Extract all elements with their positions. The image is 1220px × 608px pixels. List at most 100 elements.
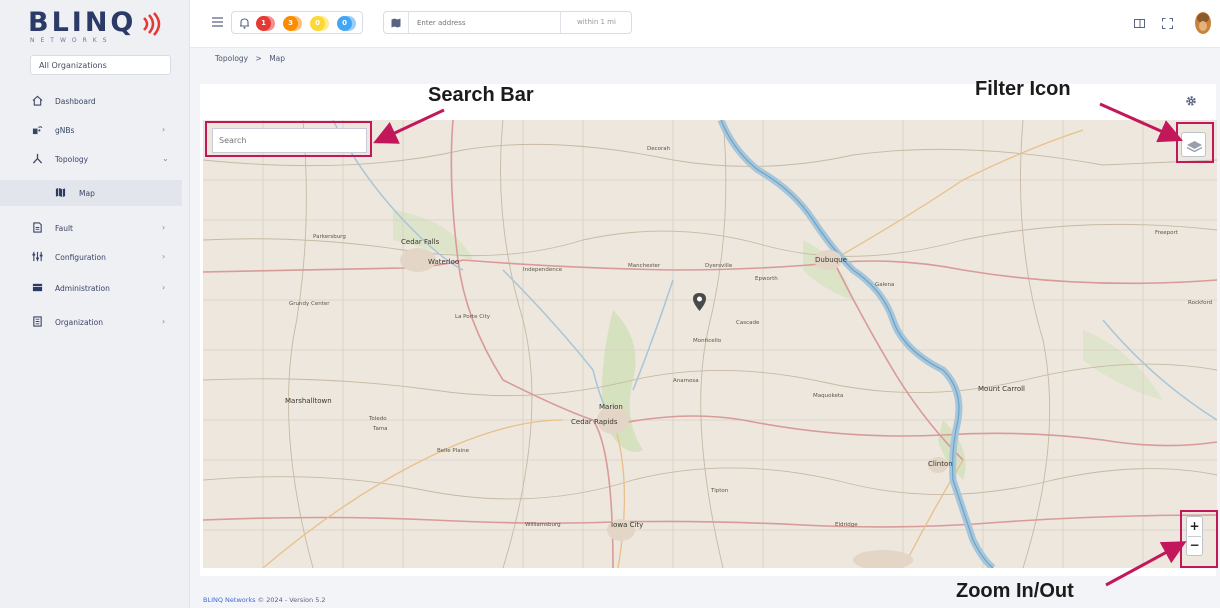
sidebar-item-fault[interactable]: Fault › [0,216,190,240]
minor-alarm-badge[interactable]: 0 [310,16,325,31]
search-bar-highlight-box [205,121,372,157]
map-icon [391,18,401,28]
app-root: BLINQ NETWORKS All Organizations Dashboa… [0,0,1220,608]
map-place-label: Freeport [1155,230,1178,236]
major-alarm-badge[interactable]: 3 [283,16,298,31]
sidebar: BLINQ NETWORKS All Organizations Dashboa… [0,0,190,608]
organization-icon [33,316,42,327]
signal-waves-icon [143,12,161,36]
fullscreen-icon[interactable] [1162,18,1173,29]
map-place-label: Iowa City [611,521,644,529]
breadcrumb-current: Map [269,54,286,63]
filter-icon-highlight-box [1176,122,1214,163]
map-place-label: Anamosa [673,378,699,384]
map-place-label: Belle Plaine [437,448,469,454]
map-place-label: Parkersburg [313,234,346,240]
map-place-label: La Porte City [455,314,490,320]
breadcrumb: Topology > Map [215,54,290,63]
sidebar-item-label: Organization [55,318,103,327]
address-input[interactable] [408,12,558,33]
alarm-summary[interactable]: 1 3 0 0 [231,11,363,34]
map-place-label: Dubuque [815,256,847,264]
logo-tagline: NETWORKS [30,37,113,44]
sidebar-item-label: Topology [55,155,89,164]
map-place-label: Galena [875,282,895,288]
map-place-label: Marshalltown [285,397,332,405]
map-place-label: Waterloo [428,258,460,266]
user-avatar[interactable] [1194,10,1212,36]
map-place-label: Eldridge [835,522,858,528]
map-place-label: Marion [599,403,623,411]
chevron-right-icon: › [162,125,166,134]
gnb-location-marker[interactable] [692,292,707,312]
footer-version: © 2024 - Version 5.2 [257,596,326,604]
top-bar: 1 3 0 0 within 1 mi [190,0,1220,48]
sidebar-item-configuration[interactable]: Configuration › [0,245,190,269]
logo-wordmark: BLINQ [28,7,137,38]
settings-gear-icon[interactable] [1185,95,1197,107]
chevron-right-icon: › [162,317,166,326]
sidebar-item-topology[interactable]: Topology ⌄ [0,147,190,171]
organization-select-value: All Organizations [39,61,107,70]
footer: BLINQ Networks © 2024 - Version 5.2 [203,596,326,604]
topology-icon [32,153,43,164]
map-place-label: Decorah [647,146,671,152]
map-canvas[interactable]: Cedar Falls Waterloo Dubuque Marion Ceda… [203,120,1217,568]
map-place-label: Grundy Center [289,301,330,307]
sidebar-item-gnbs[interactable]: gNBs › [0,118,190,142]
map-place-label: Manchester [628,263,661,269]
sidebar-item-label: Dashboard [55,97,96,106]
administration-icon [32,283,43,292]
chevron-down-icon: ⌄ [162,154,169,163]
brand-logo[interactable]: BLINQ NETWORKS [28,8,168,48]
footer-brand-link[interactable]: BLINQ Networks [203,596,256,604]
organization-select[interactable]: All Organizations [30,55,171,75]
map-place-label: Tipton [711,488,729,494]
sidebar-item-organization[interactable]: Organization › [0,310,190,334]
map-place-label: Cascade [736,320,760,326]
map-place-label: Williamsburg [525,522,561,528]
map-place-label: Clinton [928,460,953,468]
map-place-label: Independence [523,267,563,273]
map-place-label: Epworth [755,276,778,282]
map-place-label: Dyersville [705,263,733,269]
map-place-label: Toledo [369,416,387,422]
sidebar-subitem-label: Map [79,189,95,198]
radius-select[interactable]: within 1 mi [560,12,632,33]
chevron-right-icon: › [162,223,166,232]
map-icon [55,187,66,198]
sidebar-item-label: Fault [55,224,73,233]
search-bar-callout: Search Bar [428,84,534,106]
map-place-label: Cedar Falls [401,238,440,246]
zoom-control-highlight-box [1180,510,1218,568]
critical-alarm-badge[interactable]: 1 [256,16,271,31]
home-icon [32,95,43,106]
bell-icon [240,18,249,29]
chevron-right-icon: › [162,252,166,261]
warning-alarm-badge[interactable]: 0 [337,16,352,31]
map-tiles [203,120,1217,568]
chevron-right-icon: › [162,283,166,292]
breadcrumb-topology-link[interactable]: Topology [215,54,248,63]
configuration-icon [32,251,43,262]
sidebar-item-dashboard[interactable]: Dashboard [0,89,190,113]
filter-icon-callout: Filter Icon [975,78,1071,100]
sidebar-subitem-map[interactable]: Map [0,180,182,206]
map-place-label: Tama [373,426,388,432]
map-place-label: Mount Carroll [978,385,1025,393]
gnb-icon [32,126,43,135]
layout-toggle-icon[interactable] [1134,18,1145,29]
sidebar-item-label: Administration [55,284,110,293]
sidebar-item-label: gNBs [55,126,75,135]
zoom-callout: Zoom In/Out [956,580,1074,602]
address-search: within 1 mi [383,11,632,34]
sidebar-item-label: Configuration [55,253,106,262]
map-place-label: Rockford [1188,300,1213,306]
sidebar-item-administration[interactable]: Administration › [0,276,190,300]
breadcrumb-separator: > [255,54,262,63]
map-place-label: Cedar Rapids [571,418,618,426]
map-place-label: Monticello [693,338,722,344]
fault-icon [33,222,42,233]
menu-toggle-icon[interactable] [212,17,223,27]
map-place-label: Maquoketa [813,393,844,399]
